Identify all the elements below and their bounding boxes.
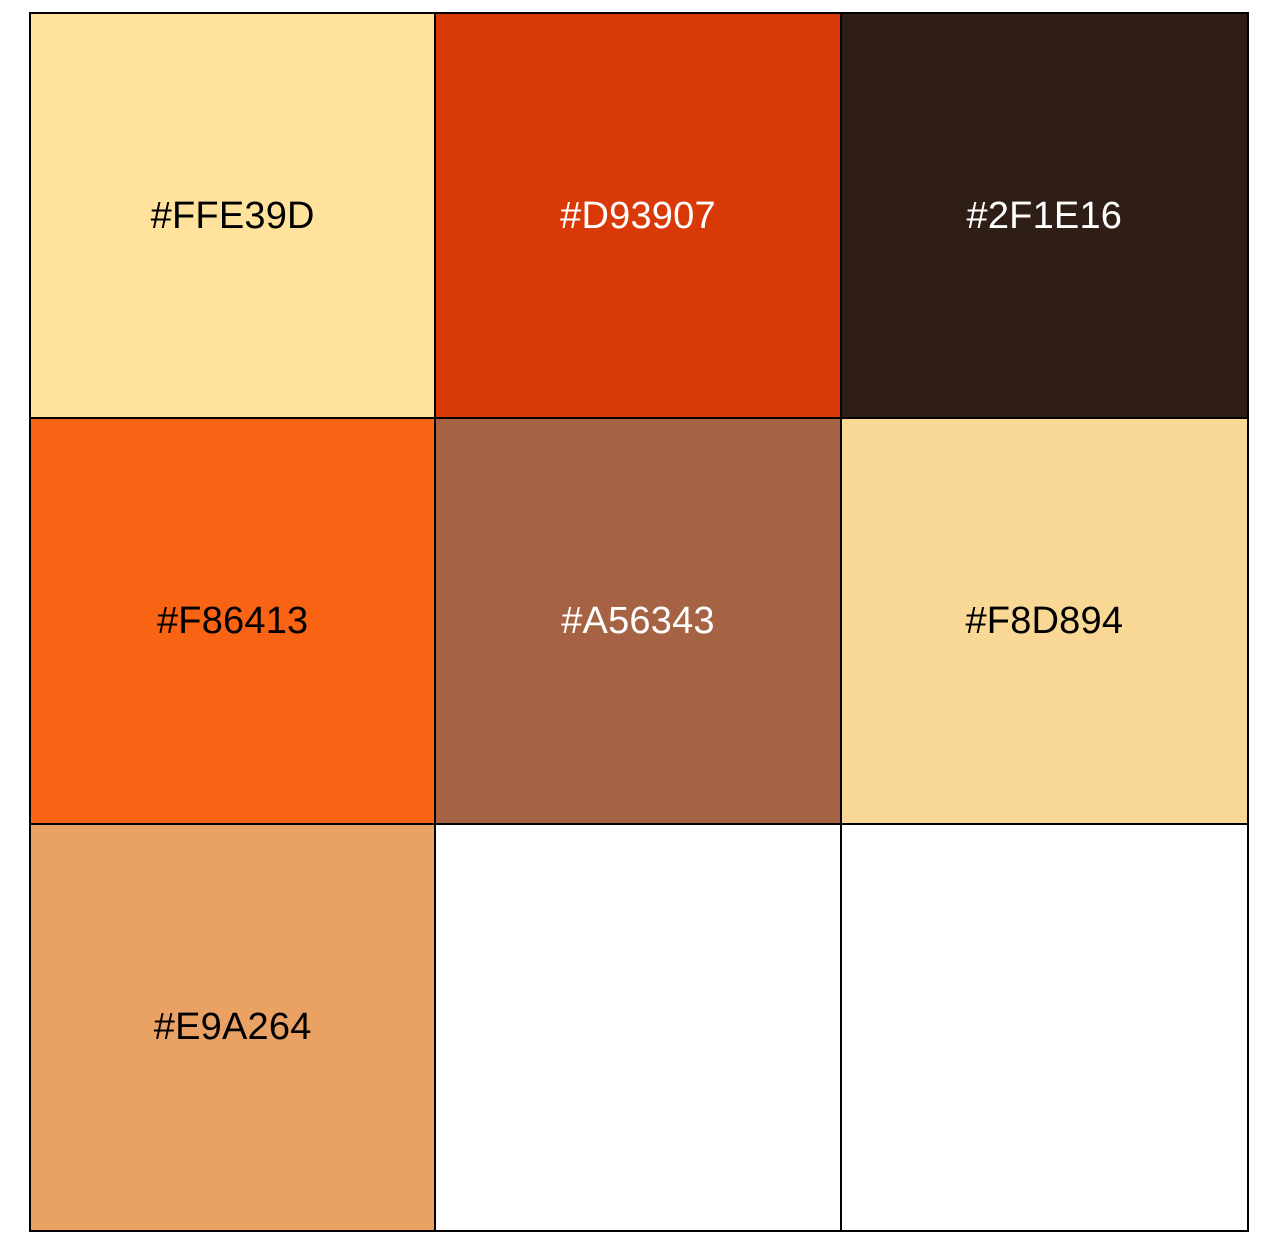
empty-swatch [841, 824, 1247, 1230]
swatch-hex-label: #FFE39D [150, 194, 315, 237]
color-swatch: #FFE39D [31, 14, 437, 420]
color-swatch: #D93907 [436, 14, 842, 420]
color-palette-grid: #FFE39D #D93907 #2F1E16 #F86413 #A56343 … [29, 12, 1249, 1232]
color-swatch: #F8D894 [841, 419, 1247, 825]
swatch-hex-label: #A56343 [561, 599, 715, 642]
color-swatch: #E9A264 [31, 824, 437, 1230]
swatch-hex-label: #E9A264 [153, 1006, 312, 1049]
color-swatch: #A56343 [436, 419, 842, 825]
color-swatch: #2F1E16 [841, 14, 1247, 420]
swatch-hex-label: #F8D894 [965, 599, 1124, 642]
swatch-hex-label: #2F1E16 [966, 194, 1123, 237]
color-swatch: #F86413 [31, 419, 437, 825]
swatch-hex-label: #F86413 [156, 599, 309, 642]
empty-swatch [436, 824, 842, 1230]
swatch-hex-label: #D93907 [560, 194, 716, 237]
